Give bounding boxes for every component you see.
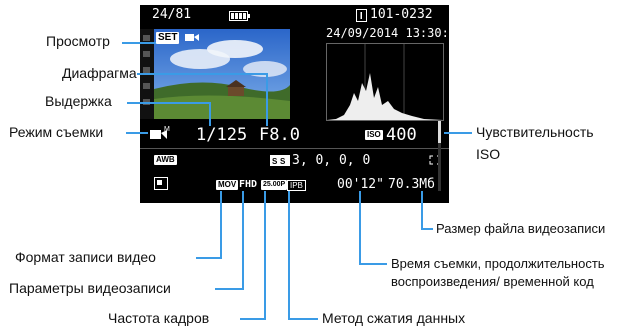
frame-counter: 24/81 <box>152 7 192 22</box>
label-file-size: Размер файла видеозаписи <box>436 221 606 236</box>
date-time: 24/09/2014 13:30:00 <box>326 26 464 40</box>
label-iso-line1: Чувствительность <box>476 124 594 140</box>
white-balance: AWB <box>154 155 177 165</box>
label-shooting-mode: Режим съемки <box>9 124 104 140</box>
file-number: 101-0232 <box>370 7 433 22</box>
iso-icon: ISO <box>365 130 383 140</box>
label-iso-line2: ISO <box>476 146 501 162</box>
iso-value: 400 <box>386 125 417 145</box>
label-record-params: Параметры видеозаписи <box>9 280 171 296</box>
svg-text:M: M <box>164 126 170 133</box>
label-compression: Метод сжатия данных <box>322 310 466 326</box>
svg-text:S: S <box>272 157 278 166</box>
shutter-value: 1/125 <box>196 125 248 145</box>
label-time-line1: Время съемки, продолжительность <box>391 256 605 271</box>
movie-mode-icon: M <box>150 126 170 139</box>
label-time-line2: воспроизведения/ временной код <box>391 274 594 289</box>
recording-time: 00'12" <box>337 177 384 192</box>
label-frame-rate: Частота кадров <box>108 310 210 326</box>
svg-text:S: S <box>280 157 286 166</box>
battery-icon <box>229 11 250 21</box>
scroll-thumb <box>438 121 441 143</box>
format-mov-badge: MOV <box>216 180 239 190</box>
label-playback: Просмотр <box>46 33 110 49</box>
camera-screen: 24/81 101-0232 24/09/2014 13:30:00 SET M… <box>140 5 463 203</box>
label-shutter: Выдержка <box>45 93 112 109</box>
picture-style-icon: S S <box>270 155 290 166</box>
picture-style-values: 3, 0, 0, 0 <box>292 153 371 168</box>
protect-icon <box>356 9 367 22</box>
compression-badge: IPB <box>287 180 306 191</box>
alo-off-icon <box>154 177 168 190</box>
label-aperture: Диафрагма <box>62 65 137 81</box>
set-badge: SET <box>156 32 180 44</box>
histogram-icon <box>326 43 444 121</box>
movie-play-icon <box>185 34 199 41</box>
aperture-value: F8.0 <box>259 125 300 145</box>
file-size: 70.3Мб <box>388 177 435 192</box>
label-record-format: Формат записи видео <box>15 249 156 265</box>
frame-rate-badge: 25.00P <box>261 180 288 190</box>
format-fhd: FHD <box>239 179 258 190</box>
